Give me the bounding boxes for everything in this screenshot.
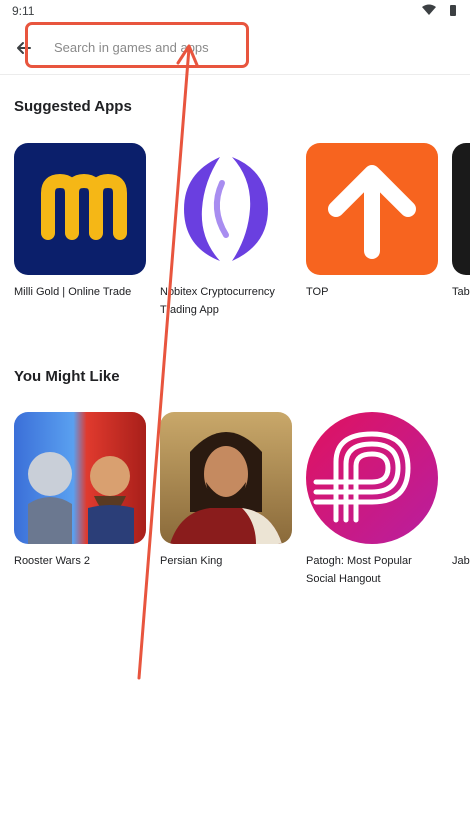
app-name: Persian King <box>160 555 223 567</box>
status-bar: 9:11 <box>0 0 470 22</box>
nobitex-icon <box>160 143 292 275</box>
back-arrow-icon <box>17 42 31 54</box>
app-name: Jab Plat <box>452 555 470 567</box>
jab-plat-icon <box>452 412 470 544</box>
app-card-patogh[interactable]: Patogh: Most Popular Social Hangout <box>306 412 440 588</box>
back-button[interactable] <box>12 36 36 60</box>
app-card-nobitex[interactable]: Nobitex Cryptocurrency Trading App <box>160 143 294 319</box>
app-name: Tab <box>452 286 470 298</box>
app-card-tab[interactable]: Tab <box>452 143 470 301</box>
status-icons <box>422 4 456 18</box>
patogh-icon <box>306 412 438 544</box>
search-header <box>0 22 470 75</box>
wifi-icon <box>422 4 436 15</box>
milli-gold-icon <box>14 143 146 275</box>
tab-app-icon <box>452 143 470 275</box>
app-name: Patogh: Most Popular Social Hangout <box>306 555 412 585</box>
app-card-jab-plat[interactable]: Jab Plat <box>452 412 470 570</box>
rooster-wars-icon <box>14 412 146 544</box>
app-name: Milli Gold | Online Trade <box>14 286 132 298</box>
app-name: Rooster Wars 2 <box>14 555 91 567</box>
top-arrow-icon <box>306 143 438 275</box>
battery-icon <box>450 5 456 16</box>
app-card-persian-king[interactable]: Persian King <box>160 412 294 570</box>
app-card-milli-gold[interactable]: Milli Gold | Online Trade <box>14 143 148 301</box>
app-card-rooster-wars[interactable]: Rooster Wars 2 <box>14 412 148 570</box>
persian-king-icon <box>160 412 292 544</box>
section-title-suggested-apps: Suggested Apps <box>14 98 132 115</box>
status-time: 9:11 <box>12 4 35 18</box>
search-input[interactable] <box>50 34 258 60</box>
app-card-top[interactable]: TOP <box>306 143 440 301</box>
app-name: TOP <box>306 286 329 298</box>
app-name: Nobitex Cryptocurrency Trading App <box>160 286 275 316</box>
section-title-you-might-like: You Might Like <box>14 368 120 385</box>
